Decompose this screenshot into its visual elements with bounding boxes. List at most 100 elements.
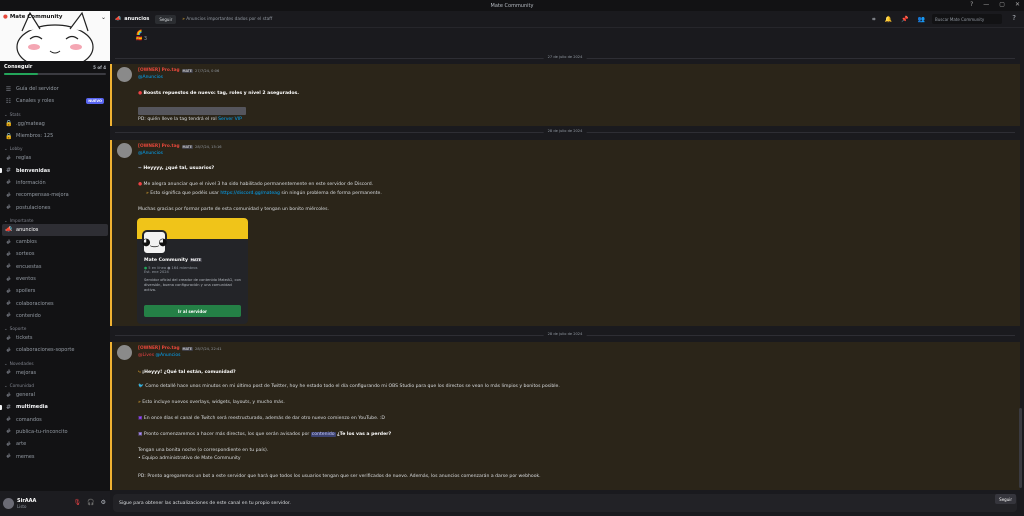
sidebar-channel[interactable]: # general bbox=[0, 389, 110, 401]
sidebar-item-book[interactable]: ☰ Guía del servidor bbox=[0, 83, 110, 95]
timestamp: 28/7/24, 22:41 bbox=[195, 346, 222, 351]
message-line: ➥ Heyyyy, ¿qué tal, usuarios? bbox=[138, 166, 215, 171]
user-status: Listo bbox=[17, 504, 27, 509]
sidebar-channel[interactable]: # contenido bbox=[0, 310, 110, 322]
invite-link[interactable]: https://discord.gg/mateag bbox=[220, 191, 280, 196]
sidebar-channel[interactable]: # bienvenidas bbox=[0, 164, 110, 176]
category-header[interactable]: ⌄ Stats bbox=[0, 108, 110, 118]
guild-tag: MATE bbox=[181, 346, 194, 351]
author-name[interactable]: [OWNER] Pro.tag bbox=[138, 144, 180, 149]
member-list-icon[interactable]: 👥 bbox=[918, 16, 925, 24]
spoiler-block[interactable] bbox=[138, 107, 246, 115]
message: [OWNER] Pro.tag MATE 28/7/24, 15:16 @Anu… bbox=[110, 140, 1020, 326]
author-name[interactable]: [OWNER] Pro.tag bbox=[138, 346, 180, 351]
sidebar-channel[interactable]: # información bbox=[0, 177, 110, 189]
hashtag-icon: # bbox=[5, 167, 12, 175]
sidebar-item-roles[interactable]: ☷ Canales y roles NUEVO bbox=[0, 95, 110, 107]
sidebar-channel[interactable]: # spoilers bbox=[0, 285, 110, 297]
sidebar-channel[interactable]: # encuestas bbox=[0, 261, 110, 273]
hashtag-icon: # bbox=[5, 403, 12, 411]
boost-goal-label: Conseguir bbox=[4, 64, 33, 70]
megaphone-icon: 📣 bbox=[115, 16, 122, 22]
channel-name: publica-tu-rinconcito bbox=[16, 428, 68, 435]
minimize-icon[interactable]: — bbox=[983, 1, 989, 8]
sidebar-channel[interactable]: # arte bbox=[0, 438, 110, 450]
search-input[interactable]: Buscar Mate Community bbox=[932, 14, 1002, 24]
role-mention[interactable]: @Lives bbox=[138, 353, 154, 358]
sidebar-channel[interactable]: # postulaciones bbox=[0, 201, 110, 213]
channel-title: 📣 anuncios bbox=[115, 16, 150, 22]
category-header[interactable]: ⌄ Soporte bbox=[0, 322, 110, 332]
sidebar-channel[interactable]: # reglas bbox=[0, 152, 110, 164]
notification-bell-icon[interactable]: 🔔 bbox=[885, 16, 892, 24]
sidebar-channel[interactable]: 🔒 Miembros: 125 bbox=[0, 130, 110, 142]
role-mention[interactable]: @Anuncios bbox=[138, 75, 163, 80]
guild-tag: MATE bbox=[181, 68, 194, 73]
author-avatar[interactable] bbox=[117, 345, 132, 360]
channel-topic[interactable]: » Anuncios importantes dados por el staf… bbox=[182, 17, 272, 22]
server-header[interactable]: ● Mate Community ⌄ bbox=[0, 11, 110, 61]
channel-name: recompensas-mejora bbox=[16, 192, 69, 199]
message-line: ▣ Pronto comenzaremos a hacer más direct… bbox=[138, 432, 392, 437]
invite-description: Servidor oficial del creador de contenid… bbox=[144, 278, 241, 292]
roles-icon: ☷ bbox=[5, 97, 12, 105]
channel-name: spoilers bbox=[16, 288, 36, 295]
message-line: » Esto significa que podéis usar https:/… bbox=[146, 191, 382, 196]
server-icon: ● bbox=[3, 14, 8, 20]
reaction-emoji[interactable]: 🌈 🇪🇸 3 bbox=[136, 30, 147, 42]
follow-button[interactable]: Seguir bbox=[155, 14, 177, 24]
category-header[interactable]: ⌄ Novedades bbox=[0, 357, 110, 367]
hashtag-icon: # bbox=[5, 428, 12, 436]
boost-count: 5 of 4 bbox=[93, 64, 106, 70]
hashtag-icon: # bbox=[5, 312, 12, 320]
help-icon[interactable]: ? bbox=[970, 1, 973, 8]
sidebar-channel[interactable]: # multimedia bbox=[0, 401, 110, 413]
sidebar-item-label: Guía del servidor bbox=[16, 86, 59, 93]
inbox-icon[interactable]: ? bbox=[1012, 14, 1016, 22]
sidebar-channel[interactable]: # comandos bbox=[0, 414, 110, 426]
hashtag-icon: # bbox=[5, 287, 12, 295]
join-server-button[interactable]: Ir al servidor bbox=[144, 305, 241, 317]
chevron-down-icon[interactable]: ⌄ bbox=[101, 14, 106, 21]
message-list: 🌈 🇪🇸 3 27 de julio de 2024 [OWNER] Pro.ta… bbox=[110, 28, 1024, 490]
sidebar-channel[interactable]: # eventos bbox=[0, 273, 110, 285]
author-avatar[interactable] bbox=[117, 143, 132, 158]
sidebar-channel[interactable]: # sorteos bbox=[0, 248, 110, 260]
sidebar-channel[interactable]: # tickets bbox=[0, 332, 110, 344]
channel-mention[interactable]: contenido bbox=[310, 432, 336, 437]
sidebar-channel[interactable]: # cambios bbox=[0, 236, 110, 248]
category-header[interactable]: ⌄ Comunidad bbox=[0, 379, 110, 389]
category-header[interactable]: ⌄ Lobby bbox=[0, 142, 110, 152]
message-line: ● Boosts repuestos de nuevo: tag, roles … bbox=[138, 91, 299, 96]
sidebar-channel[interactable]: # publica-tu-rinconcito bbox=[0, 426, 110, 438]
threads-icon[interactable]: ⌗ bbox=[872, 16, 875, 24]
headphones-icon[interactable]: 🎧 bbox=[87, 499, 94, 506]
server-vip-role[interactable]: Server VIP bbox=[218, 117, 242, 122]
hashtag-icon: # bbox=[5, 179, 12, 187]
close-icon[interactable]: ✕ bbox=[1015, 1, 1020, 8]
boost-progress[interactable]: Conseguir 5 of 4 bbox=[0, 61, 110, 73]
role-mention[interactable]: @Anuncios bbox=[138, 151, 163, 156]
sidebar-channel[interactable]: 🔒 .gg/mateag bbox=[0, 118, 110, 130]
settings-gear-icon[interactable]: ⚙ bbox=[101, 499, 106, 506]
chat-scrollbar[interactable] bbox=[1019, 28, 1023, 490]
sidebar-channel[interactable]: # recompensas-mejora bbox=[0, 189, 110, 201]
user-avatar[interactable] bbox=[3, 498, 14, 509]
role-mention[interactable]: @Anuncios bbox=[155, 353, 180, 358]
sidebar-channel[interactable]: 📣 anuncios bbox=[2, 223, 108, 236]
lock-icon: 🔒 bbox=[5, 132, 13, 140]
sidebar-channel[interactable]: # colaboraciones-soporte bbox=[0, 344, 110, 356]
maximize-icon[interactable]: ▢ bbox=[999, 1, 1005, 8]
channel-name: contenido bbox=[16, 312, 41, 319]
follow-channel-button[interactable]: Seguir bbox=[995, 494, 1016, 504]
sidebar-channel[interactable]: # colaboraciones bbox=[0, 297, 110, 309]
author-name[interactable]: [OWNER] Pro.tag bbox=[138, 68, 180, 73]
pin-icon[interactable]: 📌 bbox=[901, 16, 908, 24]
category-header[interactable]: ⌄ Importante bbox=[0, 214, 110, 224]
sidebar-channel[interactable]: # memes bbox=[0, 450, 110, 462]
channel-topbar: 📣 anuncios Seguir » Anuncios importantes… bbox=[110, 11, 1024, 28]
author-avatar[interactable] bbox=[117, 67, 132, 82]
sidebar-channel[interactable]: # mejoras bbox=[0, 367, 110, 379]
timestamp: 27/7/24, 0:06 bbox=[195, 68, 220, 73]
mute-mic-icon[interactable]: 🎙 bbox=[74, 499, 82, 506]
